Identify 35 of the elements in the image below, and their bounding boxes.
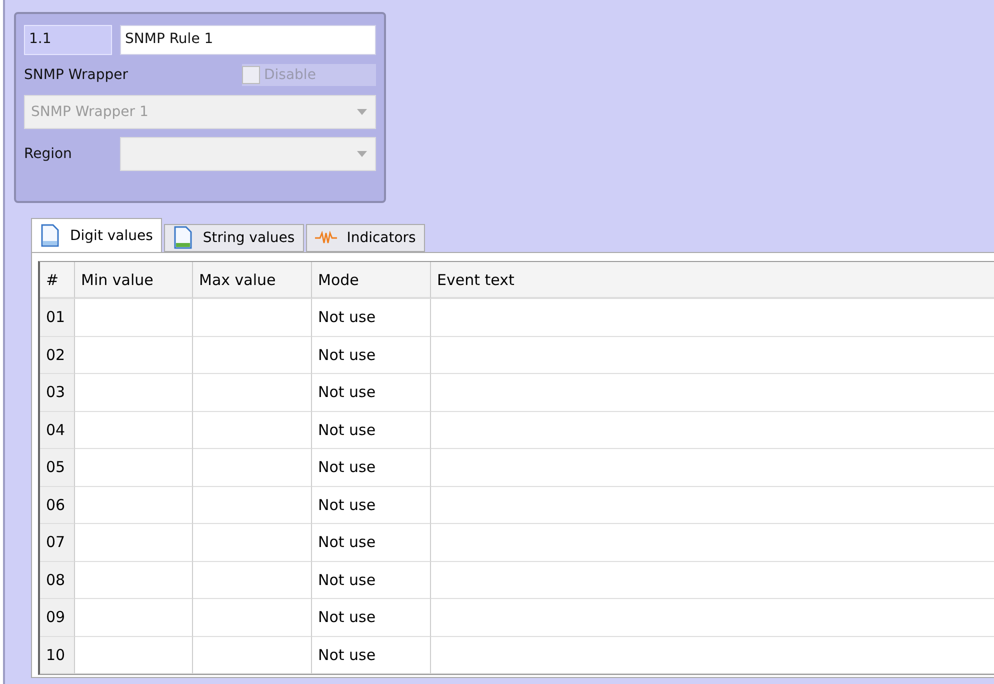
column-header[interactable]: Max value — [193, 262, 312, 299]
table-cell: Not use — [312, 336, 431, 374]
document-icon — [172, 226, 193, 250]
table-cell: Not use — [312, 374, 431, 412]
document-icon — [40, 224, 60, 248]
row-number: 08 — [40, 562, 75, 599]
table-cell: Not use — [312, 299, 431, 336]
region-label: Region — [24, 146, 73, 162]
column-header[interactable]: Min value — [75, 262, 193, 299]
row-number: 02 — [40, 336, 75, 374]
table-cell: Not use — [312, 562, 431, 599]
row-number: 05 — [40, 449, 75, 486]
row-number: 06 — [40, 486, 75, 524]
row-number: 04 — [40, 412, 75, 449]
rule-number-field[interactable]: 1.1 — [24, 24, 112, 54]
table-cell: Not use — [312, 599, 431, 636]
column-header[interactable]: Mode — [312, 262, 431, 299]
waveform-icon — [314, 231, 337, 245]
table-cell: Not use — [312, 412, 431, 449]
row-number: 09 — [40, 599, 75, 636]
column-header[interactable]: # — [40, 262, 75, 299]
row-number: 03 — [40, 374, 75, 412]
table-cell: Not use — [312, 524, 431, 562]
tab[interactable]: String values — [164, 224, 304, 252]
table-cell: Not use — [312, 486, 431, 524]
tab[interactable]: Indicators — [306, 224, 425, 252]
row-number: 01 — [40, 299, 75, 336]
rule-name-field[interactable]: SNMP Rule 1 — [120, 24, 376, 54]
table-cell: Not use — [312, 449, 431, 486]
row-number: 10 — [40, 636, 75, 674]
table-cell: Not use — [312, 636, 431, 674]
column-header[interactable]: Event text — [431, 262, 994, 299]
wrapper-label: SNMP Wrapper — [24, 67, 128, 83]
row-number: 07 — [40, 524, 75, 562]
tab[interactable]: Digit values — [31, 218, 162, 252]
